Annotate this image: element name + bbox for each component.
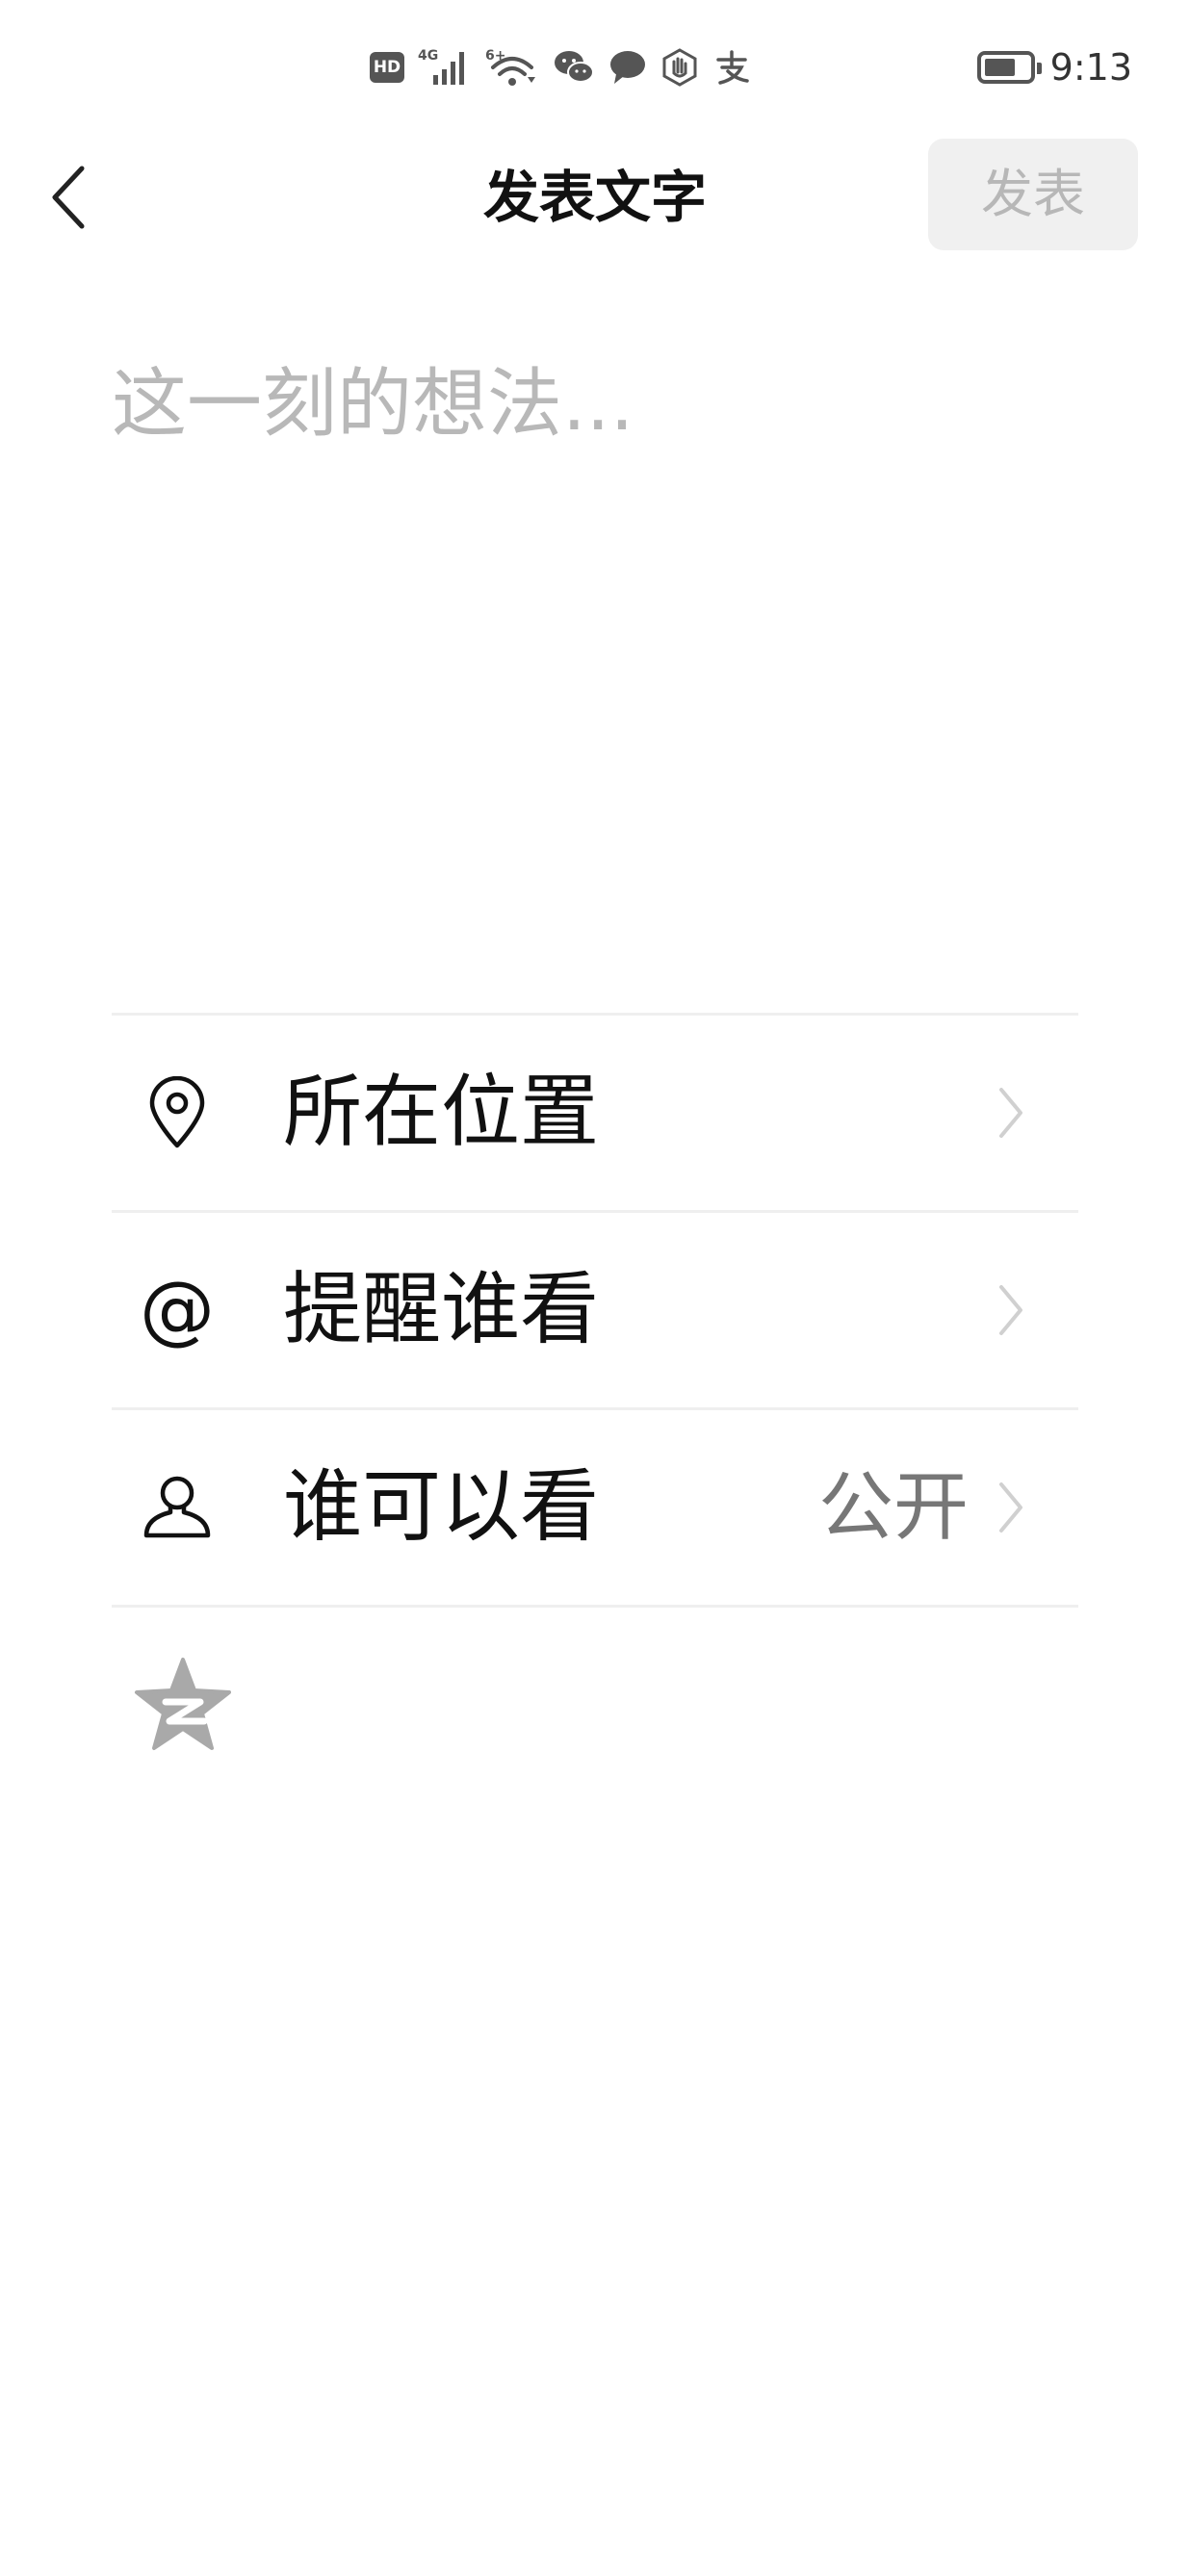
publish-button[interactable]: 发表 [928,139,1138,250]
hand-icon [660,46,699,89]
status-bar: HD 4G 6+ 9:13 [0,0,1190,135]
divider [112,1605,1078,1608]
moments-compose-screen: HD 4G 6+ 9:13 发表文字 发表 这一刻的想法... 所在位置 @ 提… [0,0,1190,2576]
visibility-value: 公开 [817,1464,969,1551]
alipay-icon [712,46,751,89]
battery-icon [976,51,1042,84]
qzone-icon [135,1658,231,1750]
qzone-share-toggle[interactable] [131,1654,235,1758]
status-icons: HD 4G 6+ [370,42,751,92]
visibility-row[interactable]: 谁可以看 公开 [112,1410,1078,1605]
chevron-right-icon [999,1482,1022,1533]
chevron-right-icon [999,1088,1022,1138]
navigation-bar: 发表文字 发表 [0,135,1190,260]
chevron-right-icon [999,1285,1022,1335]
status-time: 9:13 [1049,46,1132,89]
network-label: 4G [418,48,438,64]
location-row[interactable]: 所在位置 [112,1016,1078,1210]
options-list: 所在位置 @ 提醒谁看 谁可以看 公开 [112,1013,1078,1608]
wifi-6-icon: 6+ [485,46,539,89]
visibility-label: 谁可以看 [283,1461,600,1553]
mention-label: 提醒谁看 [283,1264,600,1355]
hd-icon: HD [370,46,404,89]
message-icon [608,46,647,89]
battery-level [984,59,1015,76]
compose-textarea[interactable] [112,356,1078,992]
status-right: 9:13 [976,39,1132,96]
location-label: 所在位置 [283,1067,600,1158]
at-glyph: @ [140,1267,215,1353]
hd-label: HD [370,52,404,83]
person-icon [141,1471,214,1544]
at-icon: @ [140,1267,215,1353]
wechat-icon [553,46,595,89]
mention-row[interactable]: @ 提醒谁看 [112,1213,1078,1407]
location-pin-icon [141,1076,214,1149]
signal-4g-icon: 4G [418,46,472,89]
